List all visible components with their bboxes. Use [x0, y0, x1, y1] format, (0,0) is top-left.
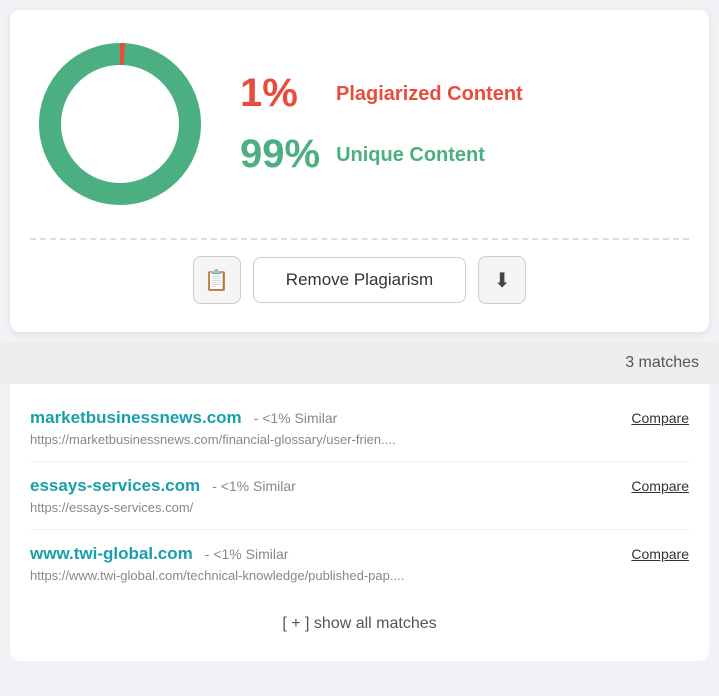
remove-plagiarism-button[interactable]: Remove Plagiarism [253, 257, 466, 303]
compare-button-1[interactable]: Compare [631, 478, 689, 494]
show-all-section: [ + ] show all matches [30, 597, 689, 641]
result-similarity-0: - <1% Similar [254, 410, 338, 426]
top-section: 1% Plagiarized Content 99% Unique Conten… [30, 34, 689, 234]
plagiarized-stat: 1% Plagiarized Content [240, 71, 523, 116]
report-icon-button[interactable]: 📋 [193, 256, 241, 304]
result-item: essays-services.com - <1% Similar Compar… [30, 462, 689, 530]
unique-percent: 99% [240, 132, 320, 177]
result-domain-1[interactable]: essays-services.com [30, 476, 200, 496]
results-section: marketbusinessnews.com - <1% Similar Com… [10, 384, 709, 661]
unique-stat: 99% Unique Content [240, 132, 523, 177]
donut-chart [30, 34, 210, 214]
result-similarity-1: - <1% Similar [212, 478, 296, 494]
result-item: marketbusinessnews.com - <1% Similar Com… [30, 394, 689, 462]
compare-button-2[interactable]: Compare [631, 546, 689, 562]
result-url-1: https://essays-services.com/ [30, 500, 689, 515]
results-list: marketbusinessnews.com - <1% Similar Com… [30, 394, 689, 597]
download-icon-button[interactable]: ⬇ [478, 256, 526, 304]
result-domain-0[interactable]: marketbusinessnews.com [30, 408, 242, 428]
download-icon: ⬇ [494, 268, 511, 293]
result-top-1: essays-services.com - <1% Similar Compar… [30, 476, 689, 496]
show-all-button[interactable]: [ + ] show all matches [282, 615, 436, 633]
plagiarized-percent: 1% [240, 71, 320, 116]
result-top-0: marketbusinessnews.com - <1% Similar Com… [30, 408, 689, 428]
result-item: www.twi-global.com - <1% Similar Compare… [30, 530, 689, 597]
donut-svg [30, 34, 210, 214]
result-url-0: https://marketbusinessnews.com/financial… [30, 432, 689, 447]
result-domain-2[interactable]: www.twi-global.com [30, 544, 193, 564]
section-divider [30, 238, 689, 240]
matches-bar: 3 matches [0, 342, 719, 384]
result-similarity-2: - <1% Similar [205, 546, 289, 562]
matches-count: 3 matches [625, 354, 699, 371]
unique-label: Unique Content [336, 143, 485, 167]
report-icon: 📋 [204, 268, 229, 293]
result-top-2: www.twi-global.com - <1% Similar Compare [30, 544, 689, 564]
result-url-2: https://www.twi-global.com/technical-kno… [30, 568, 689, 583]
main-card: 1% Plagiarized Content 99% Unique Conten… [10, 10, 709, 332]
action-bar: 📋 Remove Plagiarism ⬇ [30, 256, 689, 312]
stats-section: 1% Plagiarized Content 99% Unique Conten… [240, 71, 523, 177]
compare-button-0[interactable]: Compare [631, 410, 689, 426]
plagiarized-label: Plagiarized Content [336, 82, 523, 106]
